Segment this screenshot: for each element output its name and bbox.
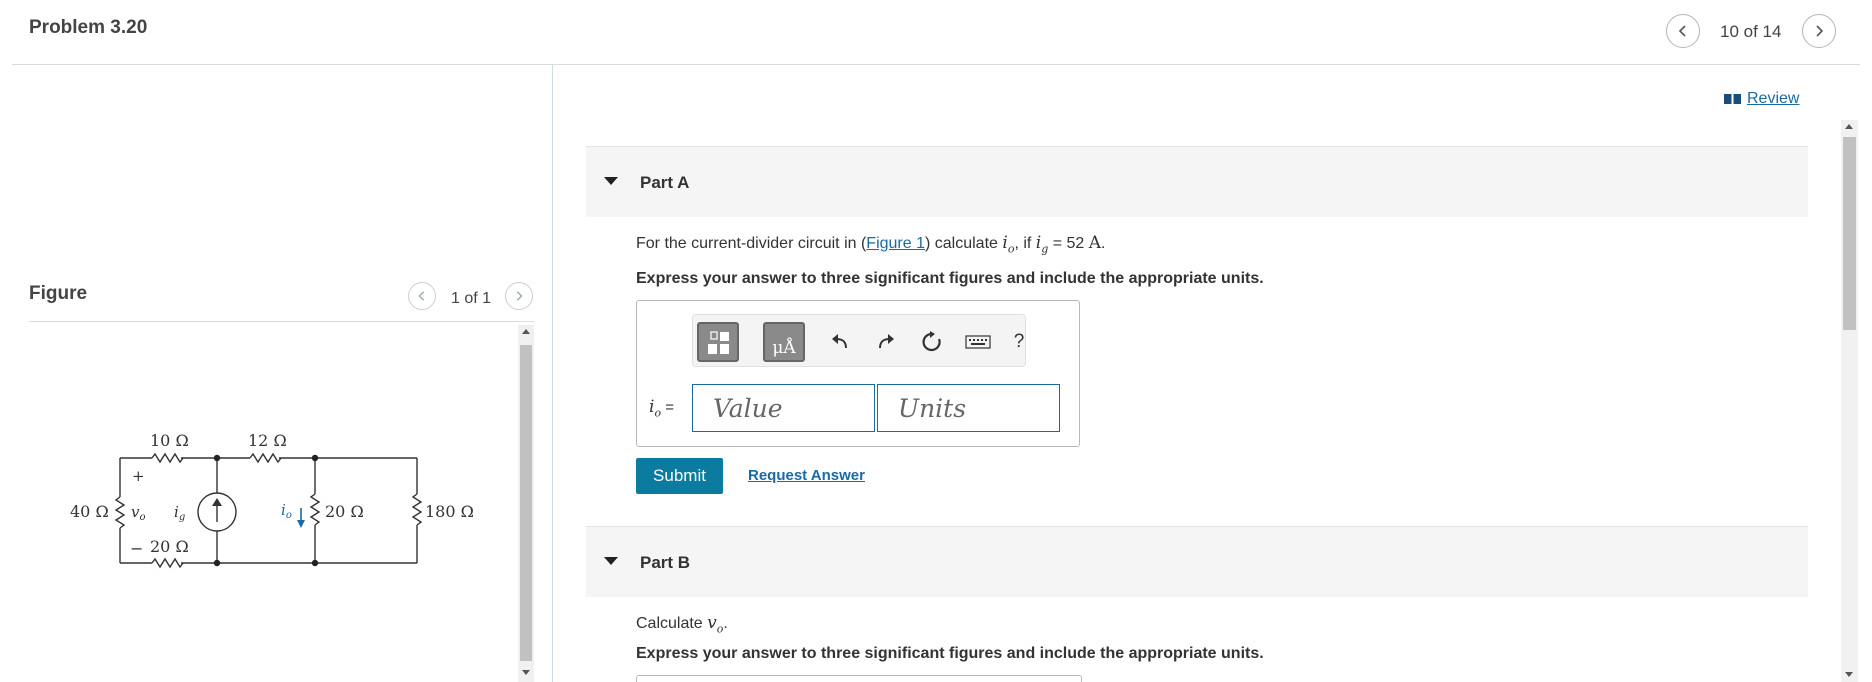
answer-variable-label: io =	[649, 397, 674, 420]
plus-sign: +	[132, 467, 145, 485]
scrollbar-thumb[interactable]	[1843, 137, 1856, 330]
scroll-up-arrow-icon[interactable]	[522, 329, 530, 334]
units-button[interactable]: μÅ	[763, 322, 805, 362]
scroll-down-arrow-icon[interactable]	[1845, 672, 1853, 677]
part-b-question: Calculate vo.	[636, 613, 728, 636]
units-input[interactable]	[877, 384, 1060, 432]
part-b-instruction: Express your answer to three significant…	[636, 645, 1264, 662]
r-12-label: 12 Ω	[248, 431, 287, 450]
io-label: io	[281, 501, 292, 521]
r-20-bottom-label: 20 Ω	[150, 537, 189, 556]
r-180-label: 180 Ω	[425, 502, 474, 521]
scroll-down-arrow-icon[interactable]	[522, 670, 530, 675]
pane-divider[interactable]	[552, 65, 553, 682]
next-problem-button[interactable]	[1802, 14, 1836, 48]
reset-icon[interactable]	[919, 329, 945, 355]
units-button-label: μÅ	[772, 338, 796, 358]
previous-problem-button[interactable]	[1666, 14, 1700, 48]
part-a-header[interactable]: Part A	[586, 146, 1808, 217]
request-answer-link[interactable]: Request Answer	[748, 467, 865, 484]
chevron-right-icon	[1816, 25, 1824, 37]
r-40-label: 40 Ω	[70, 502, 109, 521]
scroll-up-arrow-icon[interactable]	[1845, 124, 1853, 129]
keyboard-icon[interactable]	[963, 329, 993, 355]
part-a-label: Part A	[640, 173, 690, 192]
chevron-left-icon	[1678, 25, 1686, 37]
review-label: Review	[1747, 90, 1800, 107]
part-a-instruction: Express your answer to three significant…	[636, 270, 1264, 287]
help-label: ?	[1013, 331, 1025, 352]
figure-next-button[interactable]	[505, 282, 533, 310]
review-link[interactable]: Review	[1724, 90, 1799, 108]
page-title: Problem 3.20	[29, 17, 148, 38]
collapse-triangle-icon[interactable]	[604, 177, 618, 185]
answer-box: μÅ ? io =	[636, 300, 1080, 447]
part-b-label: Part B	[640, 553, 691, 572]
figure-1-link[interactable]: Figure 1	[866, 235, 925, 252]
undo-icon[interactable]	[827, 329, 853, 355]
vo-label: vo	[131, 503, 146, 523]
scrollbar-thumb[interactable]	[520, 345, 532, 661]
circuit-diagram: 10 Ω 12 Ω 40 Ω 20 Ω 20 Ω 180 Ω + − vo ig…	[70, 431, 474, 569]
figure-pager: 1 of 1	[451, 290, 492, 307]
figure-previous-button[interactable]	[408, 282, 436, 310]
minus-sign: −	[130, 539, 143, 558]
figure-divider	[29, 321, 534, 322]
book-icon	[1724, 94, 1741, 104]
templates-icon	[708, 331, 729, 354]
value-input[interactable]	[692, 384, 875, 432]
r-20-label: 20 Ω	[325, 502, 364, 521]
redo-icon[interactable]	[873, 329, 899, 355]
figure-scrollbar[interactable]	[518, 325, 534, 682]
math-toolbar: μÅ ?	[692, 314, 1026, 367]
problem-pager: 10 of 14	[1720, 22, 1782, 41]
figure-title: Figure	[29, 283, 88, 304]
header-divider	[12, 64, 1860, 65]
chevron-right-icon	[516, 291, 523, 301]
part-b-answer-box	[636, 675, 1082, 682]
templates-button[interactable]	[697, 322, 739, 362]
help-icon[interactable]: ?	[1006, 329, 1032, 355]
page-header: Problem 3.20 10 of 14	[0, 0, 1872, 65]
part-a-question: For the current-divider circuit in (Figu…	[636, 233, 1106, 256]
r-10-label: 10 Ω	[150, 431, 189, 450]
submit-button[interactable]: Submit	[636, 458, 723, 494]
main-scrollbar[interactable]	[1841, 120, 1858, 682]
collapse-triangle-icon[interactable]	[604, 557, 618, 565]
part-b-header[interactable]: Part B	[586, 526, 1808, 597]
ig-label: ig	[174, 503, 185, 523]
chevron-left-icon	[418, 291, 425, 301]
